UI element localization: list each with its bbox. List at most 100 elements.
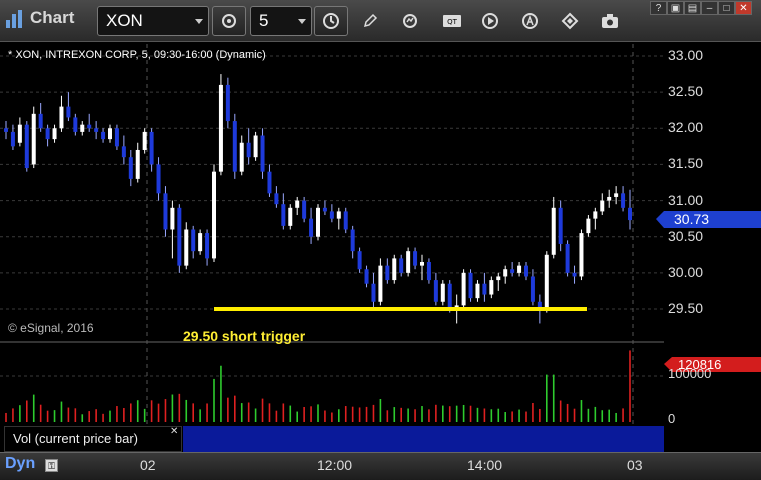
candle-body <box>621 193 626 208</box>
candle-body <box>496 276 501 281</box>
refresh-tool-button[interactable] <box>398 10 422 32</box>
candle-body <box>316 207 320 237</box>
candle-body <box>253 135 258 158</box>
help-button[interactable]: ? <box>650 1 667 15</box>
lock-icon[interactable]: ⚿ <box>45 459 58 472</box>
volume-legend[interactable]: Vol (current price bar) <box>4 426 182 452</box>
candle-body <box>170 207 175 230</box>
candle-body <box>628 207 632 221</box>
price-tick-label: 31.50 <box>668 155 704 172</box>
price-chart[interactable] <box>0 42 761 452</box>
candle-body <box>288 207 293 226</box>
price-tick-label: 31.00 <box>668 191 704 208</box>
candle-body <box>302 200 307 219</box>
symbol-settings-button[interactable] <box>212 6 246 36</box>
study-icon: QT <box>443 15 461 27</box>
candle-body <box>558 207 563 244</box>
candle-body <box>593 211 598 219</box>
candle-body <box>156 164 161 194</box>
candle-body <box>128 157 133 179</box>
close-button[interactable]: ✕ <box>735 1 752 15</box>
candle-body <box>184 229 189 266</box>
app-title: Chart <box>6 8 74 28</box>
candle-body <box>59 106 64 129</box>
chart-header: * XON, INTREXON CORP, 5, 09:30-16:00 (Dy… <box>8 49 266 61</box>
candle-body <box>4 128 8 132</box>
maximize-icon: □ <box>723 2 730 14</box>
candle-body <box>135 149 140 179</box>
candle-body <box>17 124 22 143</box>
candle-body <box>482 283 487 295</box>
maximize-button[interactable]: □ <box>718 1 735 15</box>
candle-body <box>336 211 341 219</box>
candle-body <box>524 265 528 277</box>
minimize-icon: – <box>706 2 713 14</box>
font-icon <box>522 13 538 29</box>
candle-body <box>45 128 50 140</box>
candle-body <box>343 211 348 230</box>
candle-body <box>420 262 424 266</box>
symbol-input[interactable]: XON <box>97 6 209 36</box>
help-icon: ? <box>655 2 662 14</box>
candle-body <box>565 243 570 273</box>
candle-body <box>31 113 36 165</box>
candle-body <box>66 106 71 118</box>
candle-body <box>198 233 203 252</box>
svg-text:QT: QT <box>447 18 458 26</box>
candle-body <box>309 218 314 237</box>
camera-icon <box>602 14 618 28</box>
pin-button[interactable]: ▤ <box>684 1 701 15</box>
toolbar: Chart XON 5 QT ? ▣ ▤ – □ ✕ <box>0 0 761 42</box>
font-tool-button[interactable] <box>518 10 542 32</box>
candle-body <box>149 131 154 165</box>
close-icon: ✕ <box>739 2 748 14</box>
interval-settings-button[interactable] <box>314 6 348 36</box>
candle-body <box>24 124 29 169</box>
minimize-button[interactable]: – <box>701 1 718 15</box>
candle-body <box>413 251 418 266</box>
last-price-badge: 30.73 <box>656 211 761 228</box>
candle-body <box>468 272 473 299</box>
close-icon[interactable]: ✕ <box>170 426 178 437</box>
interval-input[interactable]: 5 <box>250 6 312 36</box>
pencil-icon <box>363 13 378 28</box>
pin-icon: ▤ <box>687 2 698 14</box>
candle-body <box>114 128 119 147</box>
play-tool-button[interactable] <box>478 10 502 32</box>
candle-body <box>232 121 237 172</box>
dynamic-mode-label[interactable]: Dyn <box>5 455 35 473</box>
candle-body <box>80 124 85 132</box>
price-tick-label: 30.50 <box>668 227 704 244</box>
volume-tick-label: 100000 <box>668 366 712 381</box>
candle-body <box>461 272 466 306</box>
pencil-tool-button[interactable] <box>358 10 382 32</box>
diamond-tool-button[interactable] <box>558 10 582 32</box>
candle-body <box>371 283 376 302</box>
candle-body <box>357 251 362 270</box>
lock-button[interactable]: ▣ <box>667 1 684 15</box>
candle-body <box>544 254 549 309</box>
candle-body <box>489 280 494 295</box>
candle-body <box>73 117 78 132</box>
study-tool-button[interactable]: QT <box>440 10 464 32</box>
chevron-down-icon[interactable] <box>195 19 203 24</box>
candle-body <box>399 258 404 273</box>
candle-body <box>551 207 556 255</box>
app-title-label: Chart <box>30 8 75 27</box>
candle-body <box>579 233 584 277</box>
play-icon <box>482 13 498 29</box>
candle-body <box>433 280 438 302</box>
candle-body <box>600 200 605 212</box>
candle-body <box>392 258 397 281</box>
volume-legend-bar <box>183 426 664 452</box>
candle-body <box>364 269 369 284</box>
time-tick-label: 02 <box>140 457 156 473</box>
clock-icon <box>323 13 339 29</box>
chart-app-icon <box>6 8 26 28</box>
candle-body <box>530 276 535 302</box>
chevron-down-icon[interactable] <box>298 19 306 24</box>
camera-tool-button[interactable] <box>598 10 622 32</box>
time-axis[interactable] <box>0 452 761 480</box>
time-tick-label: 03 <box>627 457 643 473</box>
candle-body <box>517 265 522 273</box>
